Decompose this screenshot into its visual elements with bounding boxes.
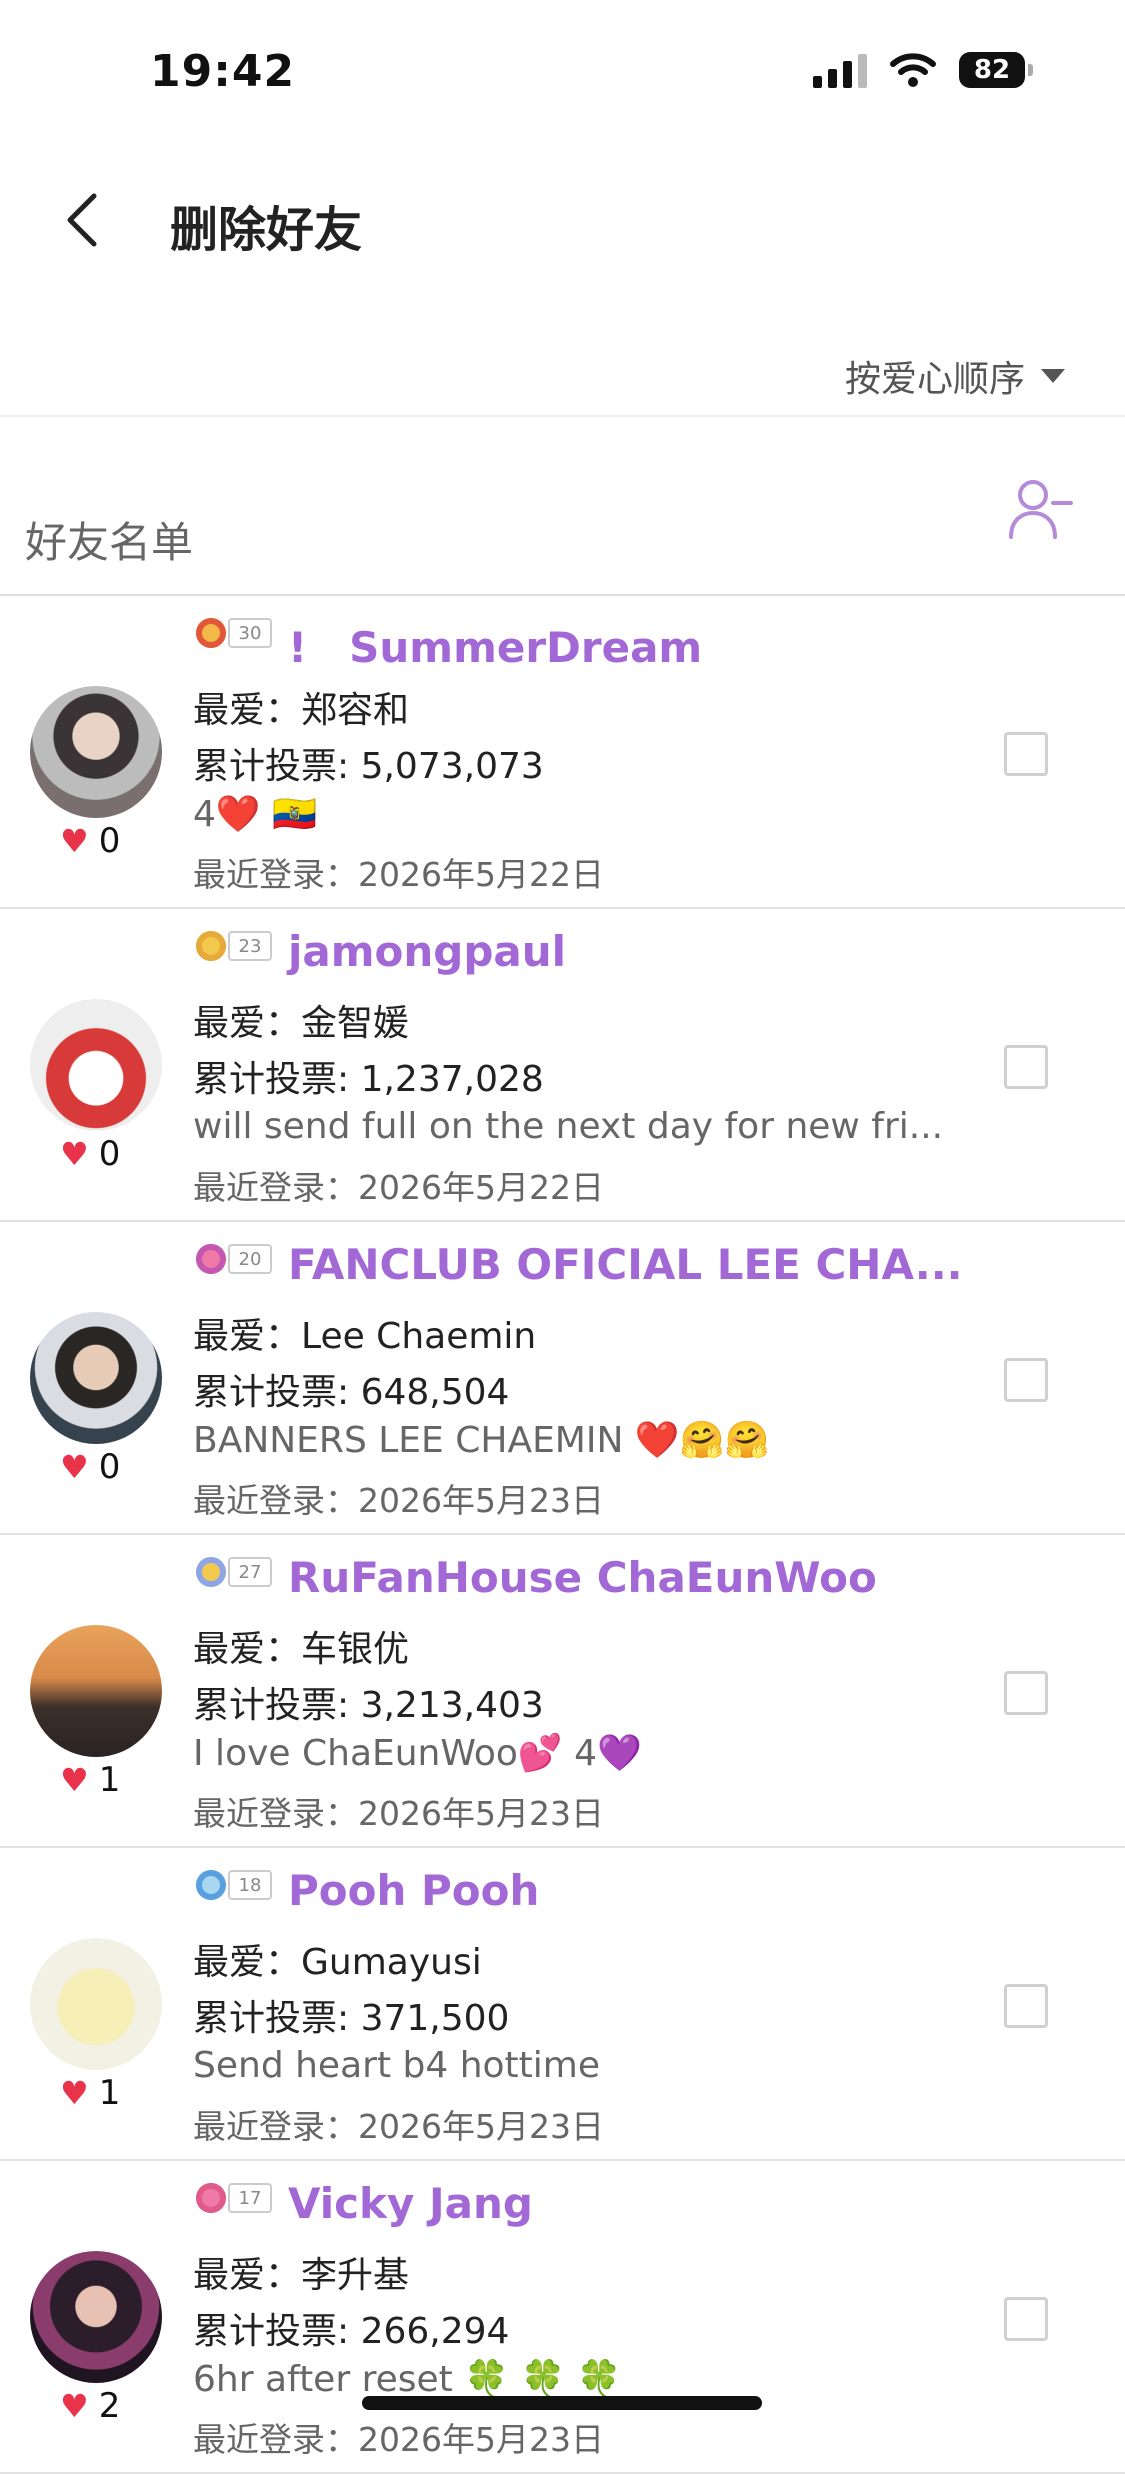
level-badge: 23 bbox=[196, 931, 272, 961]
favorite-line: 最爱：车银优 bbox=[193, 1629, 410, 1670]
level-number: 20 bbox=[228, 1244, 272, 1274]
status-message: 4❤️ 🇪🇨 bbox=[193, 794, 317, 835]
battery-indicator: 82 bbox=[959, 52, 1033, 88]
friend-row[interactable]: ♥ 0 23 jamongpaul 最爱：金智媛 累计投票: 1,237,028 … bbox=[0, 909, 1125, 1222]
medal-icon bbox=[196, 1870, 226, 1900]
last-login-line: 最近登录：2026年5月23日 bbox=[193, 2107, 604, 2146]
status-message: 6hr after reset 🍀 🍀 🍀 bbox=[193, 2359, 622, 2400]
avatar[interactable] bbox=[30, 2251, 162, 2383]
level-number: 18 bbox=[228, 1870, 272, 1900]
avatar[interactable] bbox=[30, 1312, 162, 1444]
wifi-icon bbox=[890, 53, 936, 87]
friend-name: jamongpaul bbox=[288, 927, 567, 976]
medal-icon bbox=[196, 1557, 226, 1587]
status-bar: 19:42 82 bbox=[0, 0, 1125, 150]
nav-bar: 删除好友 bbox=[0, 160, 1125, 280]
user-minus-icon[interactable] bbox=[1005, 475, 1075, 545]
cellular-signal-icon bbox=[813, 52, 867, 88]
friend-list: ♥ 0 30 ! SummerDream 最爱：郑容和 累计投票: 5,073,0… bbox=[0, 596, 1125, 2474]
heart-count: ♥ 0 bbox=[60, 1447, 121, 1487]
level-number: 23 bbox=[228, 931, 272, 961]
heart-icon: ♥ bbox=[60, 2074, 89, 2112]
votes-line: 累计投票: 5,073,073 bbox=[193, 746, 544, 787]
last-login-line: 最近登录：2026年5月23日 bbox=[193, 1794, 604, 1833]
page-title: 删除好友 bbox=[170, 202, 363, 258]
friend-name: Pooh Pooh bbox=[288, 1866, 540, 1915]
medal-icon bbox=[196, 931, 226, 961]
favorite-line: 最爱：李升基 bbox=[193, 2255, 410, 2296]
friend-name: Vicky Jang bbox=[288, 2179, 533, 2228]
level-badge: 27 bbox=[196, 1557, 272, 1587]
heart-icon: ♥ bbox=[60, 822, 89, 860]
last-login-line: 最近登录：2026年5月22日 bbox=[193, 855, 604, 894]
select-checkbox[interactable] bbox=[1004, 1358, 1048, 1402]
select-checkbox[interactable] bbox=[1004, 1984, 1048, 2028]
favorite-line: 最爱：Gumayusi bbox=[193, 1942, 482, 1983]
caret-down-icon bbox=[1041, 369, 1065, 383]
level-number: 27 bbox=[228, 1557, 272, 1587]
last-login-line: 最近登录：2026年5月23日 bbox=[193, 1481, 604, 1520]
votes-line: 累计投票: 648,504 bbox=[193, 1372, 510, 1413]
avatar[interactable] bbox=[30, 1938, 162, 2070]
favorite-line: 最爱：Lee Chaemin bbox=[193, 1316, 537, 1357]
level-badge: 30 bbox=[196, 618, 272, 648]
avatar[interactable] bbox=[30, 686, 162, 818]
select-checkbox[interactable] bbox=[1004, 2297, 1048, 2341]
status-message: BANNERS LEE CHAEMIN ❤️🤗🤗 bbox=[193, 1420, 770, 1461]
status-message: Send heart b4 hottime bbox=[193, 2045, 600, 2086]
votes-line: 累计投票: 371,500 bbox=[193, 1998, 510, 2039]
level-number: 17 bbox=[228, 2183, 272, 2213]
votes-line: 累计投票: 1,237,028 bbox=[193, 1059, 544, 1100]
heart-icon: ♥ bbox=[60, 1135, 89, 1173]
medal-icon bbox=[196, 2183, 226, 2213]
medal-icon bbox=[196, 618, 226, 648]
heart-icon: ♥ bbox=[60, 2387, 89, 2425]
votes-line: 累计投票: 3,213,403 bbox=[193, 1685, 544, 1726]
heart-icon: ♥ bbox=[60, 1761, 89, 1799]
medal-icon bbox=[196, 1244, 226, 1274]
heart-count: ♥ 0 bbox=[60, 1134, 121, 1174]
friend-row[interactable]: ♥ 0 30 ! SummerDream 最爱：郑容和 累计投票: 5,073,0… bbox=[0, 596, 1125, 909]
level-number: 30 bbox=[228, 618, 272, 648]
avatar[interactable] bbox=[30, 1625, 162, 1757]
friends-list-label: 好友名单 bbox=[25, 518, 194, 567]
status-time: 19:42 bbox=[150, 46, 296, 97]
avatar[interactable] bbox=[30, 999, 162, 1131]
last-login-line: 最近登录：2026年5月23日 bbox=[193, 2420, 604, 2459]
friend-row[interactable]: ♥ 1 18 Pooh Pooh 最爱：Gumayusi 累计投票: 371,50… bbox=[0, 1848, 1125, 2161]
friend-row[interactable]: ♥ 1 27 RuFanHouse ChaEunWoo 最爱：车银优 累计投票: … bbox=[0, 1535, 1125, 1848]
favorite-line: 最爱：郑容和 bbox=[193, 690, 410, 731]
heart-icon: ♥ bbox=[60, 1448, 89, 1486]
select-checkbox[interactable] bbox=[1004, 732, 1048, 776]
friend-name: RuFanHouse ChaEunWoo bbox=[288, 1553, 877, 1602]
heart-count: ♥ 0 bbox=[60, 821, 121, 861]
level-badge: 18 bbox=[196, 1870, 272, 1900]
status-message: will send full on the next day for new f… bbox=[193, 1106, 944, 1147]
chevron-left-icon[interactable] bbox=[58, 190, 108, 250]
home-indicator[interactable] bbox=[362, 2396, 762, 2410]
friend-name: FANCLUB OFICIAL LEE CHA... bbox=[288, 1240, 963, 1289]
friends-list-header: 好友名单 bbox=[0, 417, 1125, 595]
level-badge: 20 bbox=[196, 1244, 272, 1274]
sort-dropdown[interactable]: 按爱心顺序 bbox=[845, 350, 1065, 402]
status-icons: 82 bbox=[813, 52, 1033, 88]
status-message: I love ChaEunWoo💕 4💜 bbox=[193, 1733, 642, 1774]
friend-name: ! SummerDream bbox=[288, 623, 703, 672]
select-checkbox[interactable] bbox=[1004, 1671, 1048, 1715]
votes-line: 累计投票: 266,294 bbox=[193, 2311, 510, 2352]
level-badge: 17 bbox=[196, 2183, 272, 2213]
select-checkbox[interactable] bbox=[1004, 1045, 1048, 1089]
heart-count: ♥ 1 bbox=[60, 1760, 121, 1800]
friend-row[interactable]: ♥ 2 17 Vicky Jang 最爱：李升基 累计投票: 266,294 6h… bbox=[0, 2161, 1125, 2474]
favorite-line: 最爱：金智媛 bbox=[193, 1003, 410, 1044]
heart-count: ♥ 2 bbox=[60, 2386, 121, 2426]
last-login-line: 最近登录：2026年5月22日 bbox=[193, 1168, 604, 1207]
friend-row[interactable]: ♥ 0 20 FANCLUB OFICIAL LEE CHA... 最爱：Lee … bbox=[0, 1222, 1125, 1535]
heart-count: ♥ 1 bbox=[60, 2073, 121, 2113]
sort-label: 按爱心顺序 bbox=[844, 359, 1025, 400]
